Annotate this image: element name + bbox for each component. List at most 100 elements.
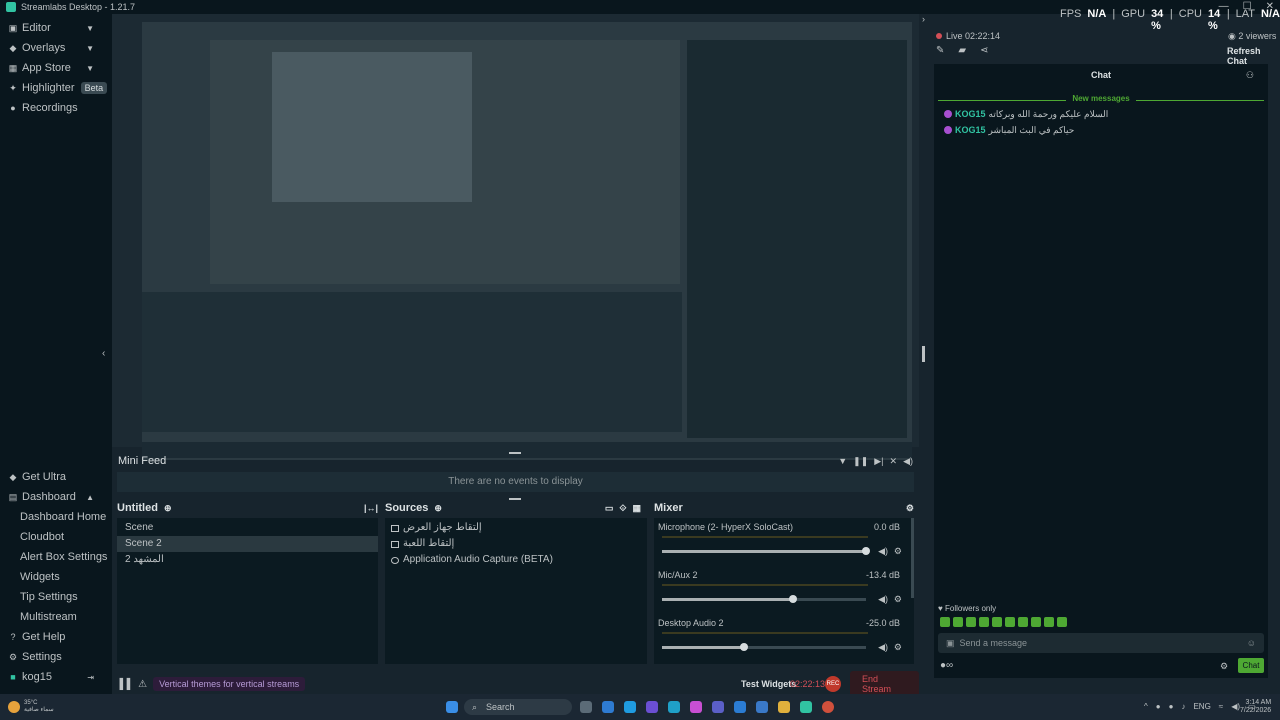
source-item[interactable]: إلتقاط جهاز العرض	[385, 520, 647, 536]
scene-item[interactable]: المشهد 2	[117, 552, 378, 568]
share-icon[interactable]: ⋖	[980, 45, 988, 56]
refresh-chat-button[interactable]: Refresh Chat	[1227, 46, 1280, 66]
volume-knob[interactable]	[739, 643, 748, 651]
mail-icon[interactable]	[756, 701, 768, 713]
drag-handle[interactable]	[509, 452, 521, 454]
chat-username[interactable]: KOG15	[955, 125, 986, 135]
speaker-icon[interactable]: ◀)	[878, 642, 888, 653]
chat-send-button[interactable]: Chat	[1238, 658, 1264, 673]
speaker-icon[interactable]: ◀)	[1231, 702, 1240, 711]
alert-icon[interactable]: ⚠	[138, 679, 147, 690]
emote-icon[interactable]	[1005, 617, 1015, 627]
app-icon[interactable]	[690, 701, 702, 713]
start-icon[interactable]	[446, 701, 458, 713]
nav-user[interactable]: ■ kog15 ⇥	[0, 667, 112, 687]
media-icon[interactable]	[646, 701, 658, 713]
nav-tip-settings[interactable]: Tip Settings	[0, 587, 112, 607]
nav-overlays[interactable]: ◆ Overlays ▼	[0, 38, 112, 58]
widgets-icon[interactable]	[602, 701, 614, 713]
chat-input[interactable]: ▣ Send a message ☺	[938, 633, 1264, 653]
add-source-icon[interactable]: ⊕	[434, 503, 442, 514]
tray-app-icon[interactable]: ●	[1156, 702, 1161, 711]
store-app-icon[interactable]	[734, 701, 746, 713]
scene-transition-icon[interactable]: |↔|	[364, 503, 378, 513]
nav-widgets[interactable]: Widgets	[0, 567, 112, 587]
weather-widget[interactable]: 35°C سماء صافية	[8, 700, 54, 714]
mixer-settings-icon[interactable]: ⚙	[906, 503, 914, 514]
speaker-icon[interactable]: ◀)	[878, 546, 888, 557]
teams-icon[interactable]	[712, 701, 724, 713]
skip-icon[interactable]: ▶|	[874, 456, 883, 467]
nav-multistream[interactable]: Multistream	[0, 607, 112, 627]
tray-app-icon[interactable]: ●	[1169, 702, 1174, 711]
dashboard-shortcut-icon[interactable]: ▰	[958, 45, 966, 56]
folder-icon[interactable]	[778, 701, 790, 713]
emote-icon[interactable]	[1057, 617, 1067, 627]
wifi-icon[interactable]: ≈	[1219, 702, 1223, 711]
scene-item-selected[interactable]: Scene 2	[117, 536, 378, 552]
source-item[interactable]: Application Audio Capture (BETA)	[385, 552, 647, 568]
volume-slider[interactable]	[662, 595, 866, 603]
gear-icon[interactable]: ⚙	[894, 546, 902, 557]
nav-editor[interactable]: ▣ Editor ▼	[0, 18, 112, 38]
browser-icon[interactable]	[668, 701, 680, 713]
volume-knob[interactable]	[862, 547, 870, 555]
emote-icon[interactable]	[953, 617, 963, 627]
scene-collection-title[interactable]: Untitled	[117, 502, 158, 514]
nav-get-help[interactable]: ? Get Help	[0, 627, 112, 647]
nav-settings[interactable]: ⚙ Settings	[0, 647, 112, 667]
clock[interactable]: 3:14 AM 7/22/2026	[1240, 699, 1271, 715]
task-view-icon[interactable]	[580, 701, 592, 713]
chat-username[interactable]: KOG15	[955, 109, 986, 119]
volume-icon[interactable]: ◀)	[903, 456, 913, 467]
emote-icon[interactable]	[1018, 617, 1028, 627]
chat-points-icon[interactable]: ●∞	[940, 660, 953, 671]
speaker-icon[interactable]: ◀)	[878, 594, 888, 605]
nav-highlighter[interactable]: ✦ Highlighter Beta	[0, 78, 112, 98]
theme-banner[interactable]: Vertical themes for vertical streams	[153, 677, 306, 691]
tray-mic-icon[interactable]: ♪	[1181, 702, 1185, 711]
add-scene-icon[interactable]: ⊕	[164, 503, 172, 514]
nav-app-store[interactable]: ▦ App Store ▼	[0, 58, 112, 78]
lang-indicator[interactable]: ENG	[1193, 702, 1210, 711]
performance-icon[interactable]: ▐▐	[116, 679, 130, 690]
gear-icon[interactable]: ⚙	[894, 594, 902, 605]
source-item[interactable]: إلتقاط اللعبة	[385, 536, 647, 552]
nav-recordings[interactable]: ● Recordings	[0, 98, 112, 118]
source-tools-icon[interactable]: ▭⟐▦	[605, 503, 647, 514]
stream-preview[interactable]	[112, 14, 919, 460]
mute-all-icon[interactable]: ✕	[890, 456, 898, 467]
collapse-right-icon[interactable]: ›	[922, 14, 925, 24]
pause-icon[interactable]: ❚❚	[853, 456, 868, 467]
tray-chevron-icon[interactable]: ^	[1144, 702, 1148, 711]
emoji-icon[interactable]: ☺	[1247, 638, 1256, 648]
nav-cloudbot[interactable]: Cloudbot	[0, 527, 112, 547]
test-widgets-button[interactable]: Test Widgets	[741, 679, 796, 689]
user-list-icon[interactable]: ⚇	[1246, 70, 1254, 81]
gear-icon[interactable]: ⚙	[894, 642, 902, 653]
volume-slider[interactable]	[662, 547, 870, 555]
streamlabs-icon[interactable]	[800, 701, 812, 713]
chrome-icon[interactable]	[822, 701, 834, 713]
edge-icon[interactable]	[624, 701, 636, 713]
logout-icon[interactable]: ⇥	[87, 673, 94, 682]
collapse-left-icon[interactable]: ‹	[102, 348, 105, 359]
nav-dashboard-home[interactable]: Dashboard Home	[0, 507, 112, 527]
mixer-scrollbar[interactable]	[911, 518, 914, 598]
volume-slider[interactable]	[662, 643, 866, 651]
emote-icon[interactable]	[1031, 617, 1041, 627]
taskbar-search[interactable]: ⌕ Search	[464, 699, 572, 715]
emote-icon[interactable]	[979, 617, 989, 627]
emote-icon[interactable]	[940, 617, 950, 627]
chat-settings-icon[interactable]: ⚙	[1220, 661, 1228, 672]
emote-icon[interactable]	[992, 617, 1002, 627]
scene-item[interactable]: Scene	[117, 520, 378, 536]
resize-handle[interactable]	[922, 346, 925, 362]
emote-icon[interactable]	[1044, 617, 1054, 627]
volume-knob[interactable]	[788, 595, 797, 603]
nav-get-ultra[interactable]: ◆ Get Ultra	[0, 467, 112, 487]
edit-icon[interactable]: ✎	[936, 45, 944, 56]
nav-dashboard[interactable]: ▤ Dashboard ▲	[0, 487, 112, 507]
emote-icon[interactable]	[966, 617, 976, 627]
record-button[interactable]: REC	[825, 676, 841, 692]
